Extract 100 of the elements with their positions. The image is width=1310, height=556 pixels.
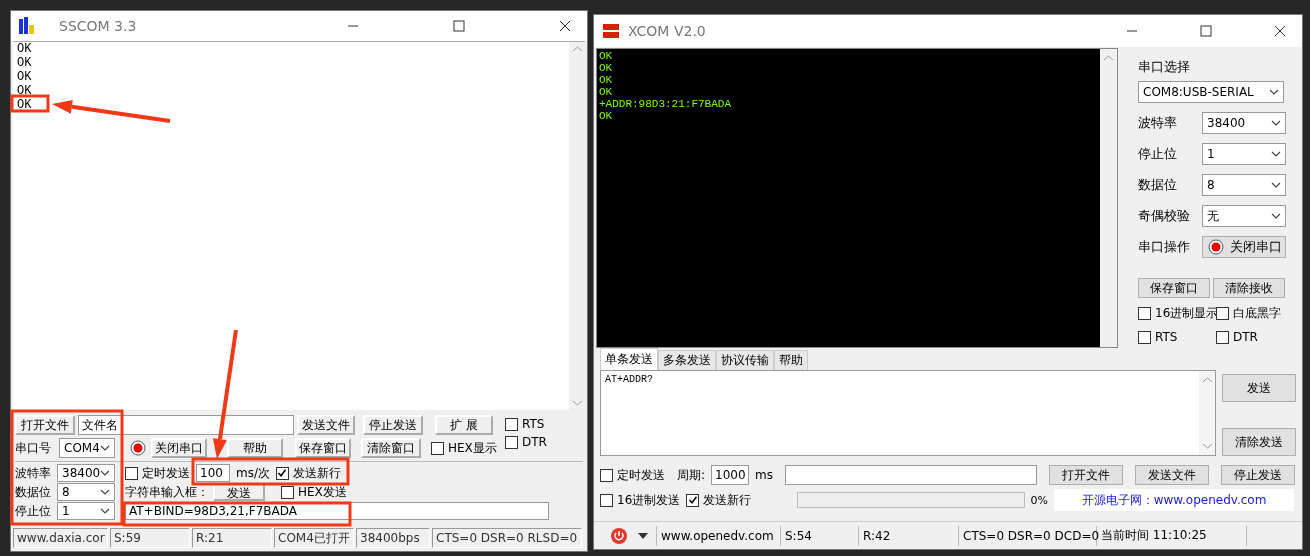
close-icon[interactable] bbox=[559, 20, 571, 32]
expand-button[interactable]: 扩 展 bbox=[435, 415, 493, 435]
file-path-field[interactable] bbox=[785, 465, 1037, 485]
setting-label: 数据位 bbox=[15, 483, 52, 501]
log-line: OK bbox=[599, 50, 613, 62]
status-field: 38400bps bbox=[356, 528, 430, 548]
interval-unit: ms/次 bbox=[236, 464, 270, 482]
checkbox[interactable] bbox=[1216, 307, 1229, 320]
status-field: CTS=0 DSR=0 RLSD=0 bbox=[432, 528, 582, 548]
checkbox[interactable] bbox=[276, 466, 289, 480]
annotation-box bbox=[10, 94, 50, 113]
tab[interactable]: 帮助 bbox=[774, 350, 808, 370]
checkbox[interactable] bbox=[505, 417, 518, 431]
checkbox-label: RTS bbox=[522, 417, 545, 431]
checkbox[interactable] bbox=[600, 468, 613, 482]
power-icon[interactable] bbox=[610, 526, 628, 545]
stop-send-button[interactable]: 停止发送 bbox=[1221, 465, 1295, 485]
log-line: OK bbox=[599, 62, 613, 74]
checkbox-label: RTS bbox=[1155, 330, 1178, 344]
help-button[interactable]: 帮助 bbox=[227, 438, 283, 458]
app-icon bbox=[19, 17, 35, 35]
setting-select[interactable]: 38400 bbox=[1202, 112, 1286, 134]
checkbox-label: DTR bbox=[522, 435, 547, 449]
send-file-button[interactable]: 发送文件 bbox=[297, 415, 355, 435]
checkbox[interactable] bbox=[1216, 330, 1229, 344]
period-field[interactable]: 1000 bbox=[711, 465, 750, 485]
checkbox-label: 白底黑字 bbox=[1233, 305, 1281, 322]
window-title: XCOM V2.0 bbox=[628, 23, 707, 39]
clear-receive-button[interactable]: 清除接收 bbox=[1213, 278, 1285, 298]
tab[interactable]: 多条发送 bbox=[658, 350, 716, 370]
checkbox-label: 发送新行 bbox=[703, 491, 752, 509]
setting-select[interactable]: 8 bbox=[1202, 174, 1286, 196]
file-name-field[interactable]: 文件名 bbox=[78, 415, 294, 435]
checkbox[interactable] bbox=[505, 435, 518, 449]
send-file-button[interactable]: 发送文件 bbox=[1135, 465, 1209, 485]
checkbox[interactable] bbox=[125, 466, 138, 480]
log-line: OK bbox=[17, 70, 32, 84]
setting-select[interactable]: 无 bbox=[1202, 205, 1286, 227]
setting-select[interactable]: 1 bbox=[57, 502, 115, 520]
interval-field[interactable]: 100 bbox=[196, 464, 230, 482]
clear-send-button[interactable]: 清除发送 bbox=[1222, 428, 1296, 456]
checkbox[interactable] bbox=[431, 441, 444, 455]
port-select[interactable]: COM8:USB-SERIAL bbox=[1138, 81, 1284, 103]
checkbox[interactable] bbox=[1138, 307, 1151, 320]
log-line: +ADDR:98D3:21:F7BADA bbox=[599, 98, 732, 110]
close-port-button[interactable]: 关闭串口 bbox=[151, 438, 207, 458]
send-button[interactable]: 发送 bbox=[1222, 374, 1296, 402]
status-field: COM4已打开 bbox=[274, 528, 354, 548]
input-label: 字符串输入框： bbox=[125, 483, 209, 501]
close-icon[interactable] bbox=[1274, 25, 1286, 37]
setting-label: 停止位 bbox=[1138, 145, 1178, 163]
app-icon bbox=[602, 22, 620, 40]
window-title: SSCOM 3.3 bbox=[59, 18, 138, 34]
log-line: OK bbox=[17, 56, 32, 70]
close-port-button[interactable]: 关闭串口 bbox=[1202, 236, 1286, 258]
status-field: S:59 bbox=[110, 528, 190, 548]
setting-label: 波特率 bbox=[15, 464, 52, 482]
maximize-icon[interactable] bbox=[453, 20, 465, 32]
port-op-label: 串口操作 bbox=[1138, 238, 1191, 256]
port-label: 串口号 bbox=[15, 439, 52, 457]
status-field: S:54 bbox=[781, 525, 859, 546]
site-banner: 开源电子网：www.openedv.com bbox=[1054, 489, 1294, 511]
stop-send-button[interactable]: 停止发送 bbox=[363, 415, 423, 435]
setting-label: 奇偶校验 bbox=[1138, 207, 1191, 225]
open-file-button[interactable]: 打开文件 bbox=[15, 415, 75, 435]
tab[interactable]: 协议传输 bbox=[716, 350, 774, 370]
setting-label: 停止位 bbox=[15, 502, 52, 520]
log-line: OK bbox=[17, 98, 32, 112]
port-select-label: 串口选择 bbox=[1138, 58, 1191, 76]
checkbox[interactable] bbox=[1138, 330, 1151, 344]
log-line: OK bbox=[17, 42, 32, 56]
setting-select[interactable]: 8 bbox=[57, 483, 115, 501]
caret-icon[interactable] bbox=[638, 532, 648, 539]
setting-label: 数据位 bbox=[1138, 176, 1178, 194]
status-field: R:21 bbox=[192, 528, 272, 548]
maximize-icon[interactable] bbox=[1200, 25, 1212, 37]
status-field: www.daxia.cor bbox=[13, 528, 108, 548]
status-field: www.openedv.com bbox=[656, 525, 781, 546]
period-label: 周期: bbox=[677, 466, 706, 484]
status-field: R:42 bbox=[859, 525, 959, 546]
checkbox-label: 16进制发送 bbox=[617, 491, 681, 509]
open-file-button[interactable]: 打开文件 bbox=[1049, 465, 1123, 485]
period-unit: ms bbox=[755, 468, 773, 482]
save-window-button[interactable]: 保存窗口 bbox=[295, 438, 351, 458]
clear-window-button[interactable]: 清除窗口 bbox=[361, 438, 421, 458]
log-line: OK bbox=[599, 110, 613, 122]
tab[interactable]: 单条发送 bbox=[600, 348, 658, 370]
setting-label: 波特率 bbox=[1138, 114, 1178, 132]
checkbox-label: DTR bbox=[1233, 330, 1258, 344]
checkbox-label: 定时发送 bbox=[142, 464, 190, 482]
log-line: OK bbox=[599, 74, 613, 86]
checkbox[interactable] bbox=[686, 493, 700, 507]
status-field: CTS=0 DSR=0 DCD=0 bbox=[959, 525, 1097, 546]
log-line: OK bbox=[599, 86, 613, 98]
checkbox-label: 定时发送 bbox=[617, 466, 665, 484]
setting-select[interactable]: 38400 bbox=[57, 464, 115, 482]
setting-select[interactable]: 1 bbox=[1202, 143, 1286, 165]
save-window-button[interactable]: 保存窗口 bbox=[1138, 278, 1210, 298]
port-select[interactable]: COM4 bbox=[59, 438, 115, 458]
checkbox[interactable] bbox=[600, 493, 613, 507]
